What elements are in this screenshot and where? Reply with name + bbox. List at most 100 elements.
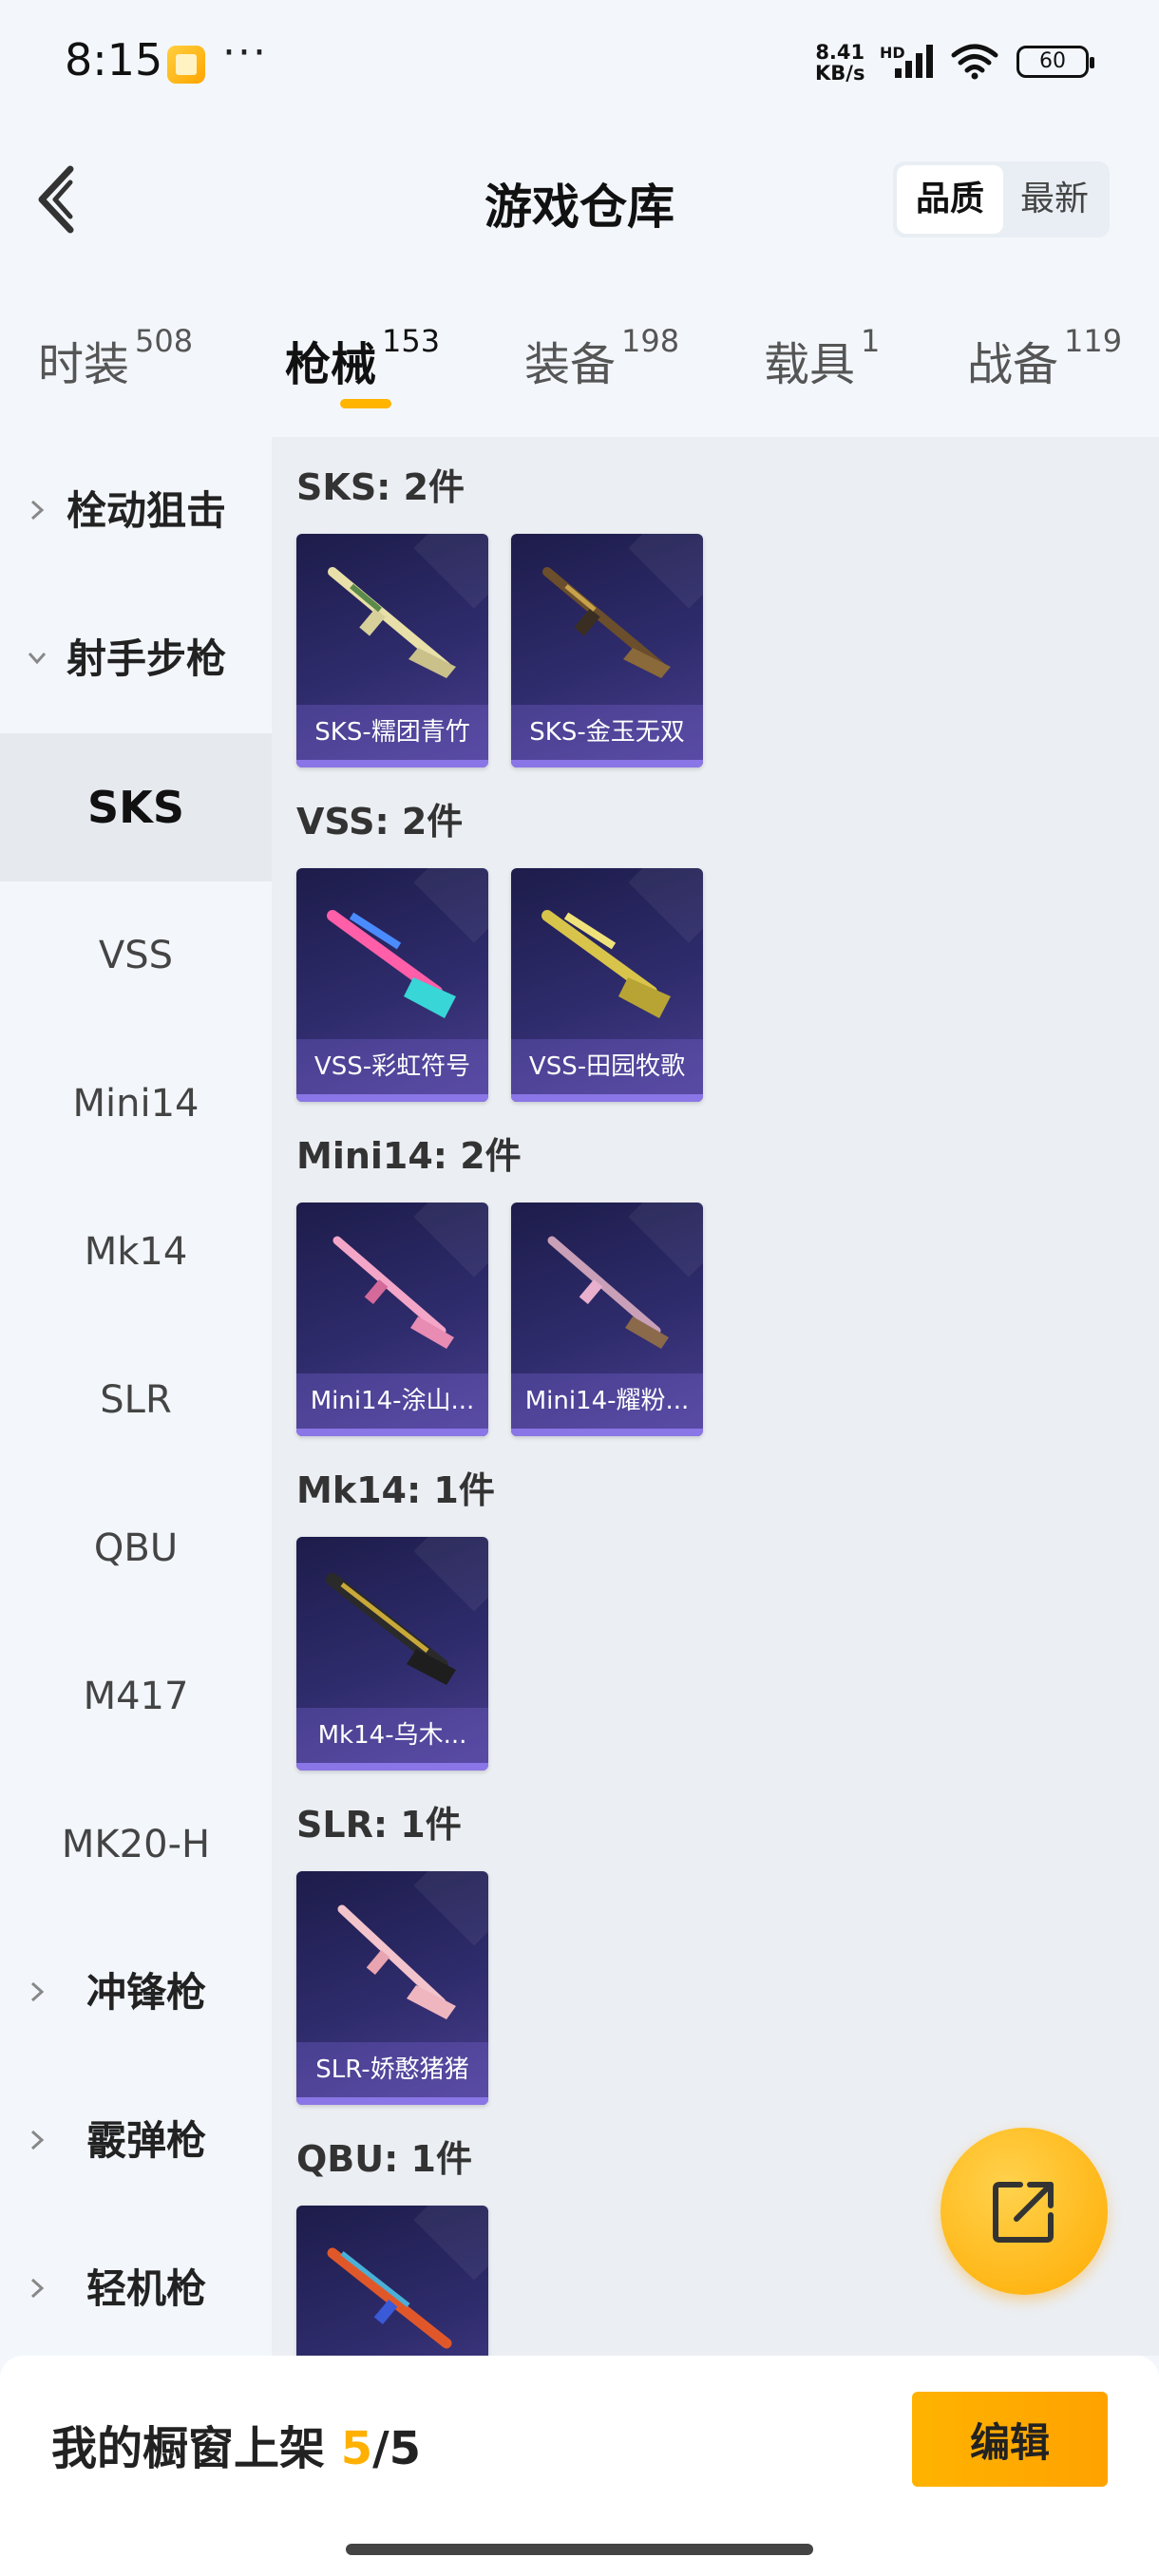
rifle-skin-image <box>332 1236 454 1349</box>
rarity-bar <box>296 2097 488 2105</box>
showcase-total-count: 5 <box>389 2422 422 2475</box>
status-time: 8:15 <box>65 34 163 85</box>
sidebar-item-label: Mk14 <box>84 1230 188 1274</box>
sidebar-item-mini14[interactable]: Mini14 <box>0 1030 272 1178</box>
showcase-bar: 我的橱窗上架 5/5 编辑 <box>0 2356 1159 2576</box>
tab-label: 载具 <box>764 338 856 391</box>
rifle-skin-image <box>542 567 671 678</box>
skin-card[interactable]: SKS-金玉无双 <box>511 534 703 767</box>
showcase-status: 我的橱窗上架 5/5 <box>51 2411 421 2477</box>
sort-quality-button[interactable]: 品质 <box>897 165 1003 234</box>
weapon-type-sidebar: 栓动狙击 射手步枪 SKS VSS Mini14 Mk14 SLR QBU M4… <box>0 437 272 2356</box>
share-export-icon <box>993 2182 1054 2243</box>
section-title-qbu: QBU: 1件 <box>296 2138 472 2180</box>
sort-toggle: 品质 最新 <box>893 161 1110 237</box>
skin-card[interactable] <box>296 2206 488 2356</box>
skin-name: VSS-彩虹符号 <box>296 1039 488 1094</box>
sidebar-item-smg[interactable]: 冲锋枪 <box>0 1919 272 2067</box>
tab-guns[interactable]: 枪械 153 <box>285 323 440 393</box>
skin-name: SKS-金玉无双 <box>511 705 703 760</box>
sidebar-item-label: 轻机枪 <box>86 2265 206 2312</box>
sidebar-item-qbu[interactable]: QBU <box>0 1474 272 1622</box>
sidebar-item-label: Mini14 <box>72 1082 200 1126</box>
tab-count: 1 <box>861 323 881 359</box>
skin-name: VSS-田园牧歌 <box>511 1039 703 1094</box>
rifle-skin-image <box>542 910 671 1018</box>
showcase-separator: / <box>372 2422 390 2475</box>
tab-count: 119 <box>1064 323 1123 359</box>
skin-card[interactable]: SLR-娇憨猪猪 <box>296 1871 488 2105</box>
sidebar-item-mk20h[interactable]: MK20-H <box>0 1771 272 1919</box>
skin-name: Mini14-涂山... <box>296 1373 488 1429</box>
sidebar-item-sks[interactable]: SKS <box>0 733 272 881</box>
skin-card[interactable]: Mini14-涂山... <box>296 1203 488 1436</box>
notification-app-icon <box>167 46 205 84</box>
rarity-bar <box>296 1763 488 1771</box>
sidebar-item-lmg[interactable]: 轻机枪 <box>0 2215 272 2363</box>
sidebar-item-shotgun[interactable]: 霰弹枪 <box>0 2067 272 2215</box>
tab-label: 装备 <box>524 338 617 391</box>
rarity-bar <box>296 1429 488 1436</box>
sidebar-item-mk14[interactable]: Mk14 <box>0 1178 272 1326</box>
skin-card[interactable]: VSS-彩虹符号 <box>296 868 488 1102</box>
tab-equipment[interactable]: 装备 198 <box>524 323 679 393</box>
battery-icon: 60 <box>1016 46 1094 78</box>
sidebar-item-vss[interactable]: VSS <box>0 881 272 1030</box>
network-speed-value: 8.41 <box>815 41 865 64</box>
home-indicator[interactable] <box>346 2544 813 2555</box>
rarity-bar <box>511 760 703 767</box>
more-notifications-icon: ··· <box>222 28 268 77</box>
tab-count: 153 <box>382 323 441 359</box>
sidebar-item-slr[interactable]: SLR <box>0 1326 272 1474</box>
sidebar-item-marksman-rifle[interactable]: 射手步枪 <box>0 585 272 733</box>
rifle-skin-image <box>547 1236 669 1349</box>
network-speed: 8.41 KB/s <box>815 42 864 84</box>
network-speed-unit: KB/s <box>815 62 865 85</box>
sidebar-item-label: M417 <box>83 1675 189 1718</box>
rifle-skin-image <box>337 1904 456 2019</box>
weapon-skin-list: SKS: 2件 SKS-糯团青竹 SKS-金玉无双 VSS: 2件 VSS-彩虹… <box>272 437 1159 2356</box>
skin-card[interactable]: SKS-糯团青竹 <box>296 534 488 767</box>
rifle-skin-image <box>328 567 456 678</box>
skin-name: Mk14-乌木... <box>296 1708 488 1763</box>
showcase-current-count: 5 <box>340 2422 373 2475</box>
signal-icon <box>895 45 933 78</box>
tab-vehicles[interactable]: 载具 1 <box>764 323 880 393</box>
share-button[interactable] <box>940 2128 1108 2295</box>
rarity-bar <box>296 1094 488 1102</box>
sidebar-item-label: 冲锋枪 <box>86 1969 206 2016</box>
wifi-icon <box>951 44 998 80</box>
tab-label: 枪械 <box>285 338 377 391</box>
tab-label: 时装 <box>38 338 130 391</box>
skin-name: SKS-糯团青竹 <box>296 705 488 760</box>
tab-fashion[interactable]: 时装 508 <box>38 323 193 393</box>
sort-newest-button[interactable]: 最新 <box>1001 161 1108 237</box>
tab-count: 198 <box>621 323 680 359</box>
skin-name: Mini14-耀粉... <box>511 1373 703 1429</box>
skin-name: SLR-娇憨猪猪 <box>296 2042 488 2097</box>
rarity-bar <box>511 1094 703 1102</box>
skin-card[interactable]: Mini14-耀粉... <box>511 1203 703 1436</box>
sidebar-item-label: 射手步枪 <box>66 635 226 682</box>
section-title-mk14: Mk14: 1件 <box>296 1469 495 1511</box>
tab-combat-gear[interactable]: 战备 119 <box>967 323 1122 393</box>
skin-card[interactable]: Mk14-乌木... <box>296 1537 488 1771</box>
status-bar: 8:15 ··· 8.41 KB/s HD 60 <box>0 0 1159 133</box>
rifle-skin-image <box>327 2247 452 2349</box>
tab-count: 508 <box>135 323 194 359</box>
skin-card[interactable]: VSS-田园牧歌 <box>511 868 703 1102</box>
rifle-skin-image <box>327 910 456 1018</box>
sidebar-item-label: SLR <box>100 1378 172 1422</box>
sidebar-item-bolt-sniper[interactable]: 栓动狙击 <box>0 437 272 585</box>
rarity-bar <box>511 1429 703 1436</box>
section-title-mini14: Mini14: 2件 <box>296 1135 522 1177</box>
section-title-slr: SLR: 1件 <box>296 1804 462 1846</box>
app-header: 游戏仓库 品质 最新 <box>0 142 1159 256</box>
edit-button[interactable]: 编辑 <box>912 2392 1108 2487</box>
section-title-sks: SKS: 2件 <box>296 466 466 508</box>
sidebar-item-m417[interactable]: M417 <box>0 1622 272 1771</box>
sidebar-item-label: MK20-H <box>61 1823 211 1866</box>
showcase-label: 我的橱窗上架 <box>51 2422 326 2475</box>
sidebar-item-label: SKS <box>87 782 184 833</box>
category-tabs: 时装 508 枪械 153 装备 198 载具 1 战备 119 <box>0 313 1159 437</box>
